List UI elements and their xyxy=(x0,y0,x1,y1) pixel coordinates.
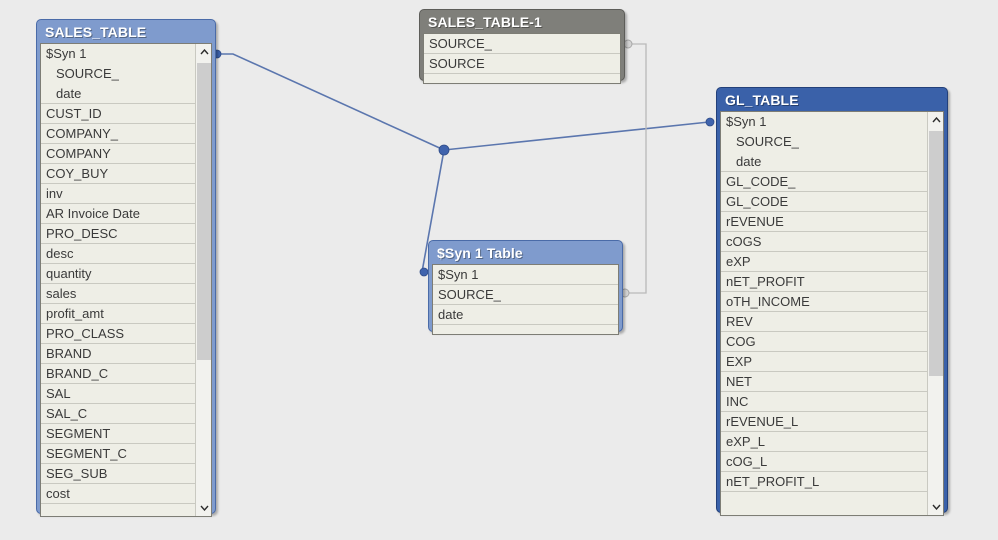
field-row[interactable]: NET xyxy=(721,372,927,392)
field-row[interactable]: $Syn 1 xyxy=(41,44,195,64)
connector-node-syn-anchor[interactable] xyxy=(419,267,429,277)
field-rows: SOURCE_ SOURCE xyxy=(424,34,620,83)
field-row[interactable]: SEGMENT xyxy=(41,424,195,444)
field-row[interactable]: eXP_L xyxy=(721,432,927,452)
field-row[interactable]: SEGMENT_C xyxy=(41,444,195,464)
field-row[interactable]: quantity xyxy=(41,264,195,284)
field-row[interactable]: cOGS xyxy=(721,232,927,252)
connector-node-sales1-anchor[interactable] xyxy=(623,39,633,49)
field-row[interactable]: rEVENUE xyxy=(721,212,927,232)
field-row[interactable]: $Syn 1 xyxy=(721,112,927,132)
table-field-list-sales-table[interactable]: $Syn 1 SOURCE_ date CUST_ID COMPANY_ COMPANY C… xyxy=(40,43,212,517)
table-title-syn-1-table: $Syn 1 Table xyxy=(437,245,523,261)
field-row[interactable]: COMPANY xyxy=(41,144,195,164)
field-row[interactable]: cOG_L xyxy=(721,452,927,472)
field-row[interactable]: SEG_SUB xyxy=(41,464,195,484)
table-box-gl-table[interactable]: GL_TABLE $Syn 1 SOURCE_ date GL_CODE_ GL_CODE… xyxy=(716,87,948,516)
connector-node-gl-anchor[interactable] xyxy=(705,117,715,127)
field-row[interactable]: date xyxy=(41,84,195,104)
field-row[interactable]: EXP xyxy=(721,352,927,372)
field-row[interactable]: SAL_C xyxy=(41,404,195,424)
connector-sales-to-junction xyxy=(217,53,445,151)
field-row[interactable]: profit_amt xyxy=(41,304,195,324)
field-row[interactable]: date xyxy=(721,152,927,172)
data-model-canvas[interactable]: SALES_TABLE $Syn 1 SOURCE_ date CUST_ID COMPA… xyxy=(0,0,998,540)
field-row[interactable]: oTH_INCOME xyxy=(721,292,927,312)
field-row[interactable]: SOURCE_ xyxy=(721,132,927,152)
table-title-sales-table: SALES_TABLE xyxy=(45,24,147,40)
vertical-scrollbar-sales-table[interactable] xyxy=(195,44,211,516)
vertical-scrollbar-gl-table[interactable] xyxy=(927,112,943,515)
table-box-syn-1-table[interactable]: $Syn 1 Table $Syn 1 SOURCE_ date xyxy=(428,240,623,335)
chevron-up-icon[interactable] xyxy=(196,44,211,60)
field-row[interactable]: INC xyxy=(721,392,927,412)
chevron-down-icon[interactable] xyxy=(196,500,211,516)
field-row[interactable]: COMPANY_ xyxy=(41,124,195,144)
field-row[interactable]: $Syn 1 xyxy=(433,265,618,285)
scrollbar-thumb[interactable] xyxy=(197,63,211,360)
field-row[interactable]: date xyxy=(433,305,618,325)
field-row[interactable]: rEVENUE_L xyxy=(721,412,927,432)
field-row[interactable]: REV xyxy=(721,312,927,332)
field-row[interactable]: BRAND xyxy=(41,344,195,364)
table-title-gl-table: GL_TABLE xyxy=(725,92,799,108)
field-row[interactable]: SOURCE_ xyxy=(41,64,195,84)
field-rows: $Syn 1 SOURCE_ date GL_CODE_ GL_CODE rEVENUE c… xyxy=(721,112,927,515)
table-field-list-gl-table[interactable]: $Syn 1 SOURCE_ date GL_CODE_ GL_CODE rEVENUE c… xyxy=(720,111,944,516)
field-rows: $Syn 1 SOURCE_ date xyxy=(433,265,618,334)
table-box-sales-table-1[interactable]: SALES_TABLE-1 SOURCE_ SOURCE xyxy=(419,9,625,84)
field-row[interactable]: nET_PROFIT xyxy=(721,272,927,292)
chevron-down-icon[interactable] xyxy=(928,499,943,515)
table-field-list-syn-1-table[interactable]: $Syn 1 SOURCE_ date xyxy=(432,264,619,335)
field-row[interactable]: sales xyxy=(41,284,195,304)
connector-node-junction[interactable] xyxy=(438,144,450,156)
field-row[interactable]: eXP xyxy=(721,252,927,272)
connector-sales1-to-syn xyxy=(625,43,647,294)
field-rows: $Syn 1 SOURCE_ date CUST_ID COMPANY_ COMPANY C… xyxy=(41,44,195,516)
table-box-sales-table[interactable]: SALES_TABLE $Syn 1 SOURCE_ date CUST_ID COMPA… xyxy=(36,19,216,517)
table-field-list-sales-table-1[interactable]: SOURCE_ SOURCE xyxy=(423,33,621,84)
chevron-up-icon[interactable] xyxy=(928,112,943,128)
field-row[interactable]: SOURCE xyxy=(424,54,620,74)
connector-junction-to-gl xyxy=(443,121,710,151)
field-row[interactable]: GL_CODE_ xyxy=(721,172,927,192)
field-row[interactable]: desc xyxy=(41,244,195,264)
field-row[interactable]: SAL xyxy=(41,384,195,404)
field-row[interactable]: inv xyxy=(41,184,195,204)
field-row[interactable]: PRO_CLASS xyxy=(41,324,195,344)
field-row[interactable]: COG xyxy=(721,332,927,352)
field-row[interactable]: AR Invoice Date xyxy=(41,204,195,224)
field-row[interactable]: nET_PROFIT_L xyxy=(721,472,927,492)
field-row[interactable]: CUST_ID xyxy=(41,104,195,124)
field-row[interactable]: BRAND_C xyxy=(41,364,195,384)
scrollbar-thumb[interactable] xyxy=(929,131,943,376)
field-row[interactable]: GL_CODE xyxy=(721,192,927,212)
field-row[interactable]: cost xyxy=(41,484,195,504)
field-row[interactable]: PRO_DESC xyxy=(41,224,195,244)
field-row[interactable]: SOURCE_ xyxy=(424,34,620,54)
field-row[interactable]: SOURCE_ xyxy=(433,285,618,305)
field-row[interactable]: COY_BUY xyxy=(41,164,195,184)
table-title-sales-table-1: SALES_TABLE-1 xyxy=(428,14,542,30)
